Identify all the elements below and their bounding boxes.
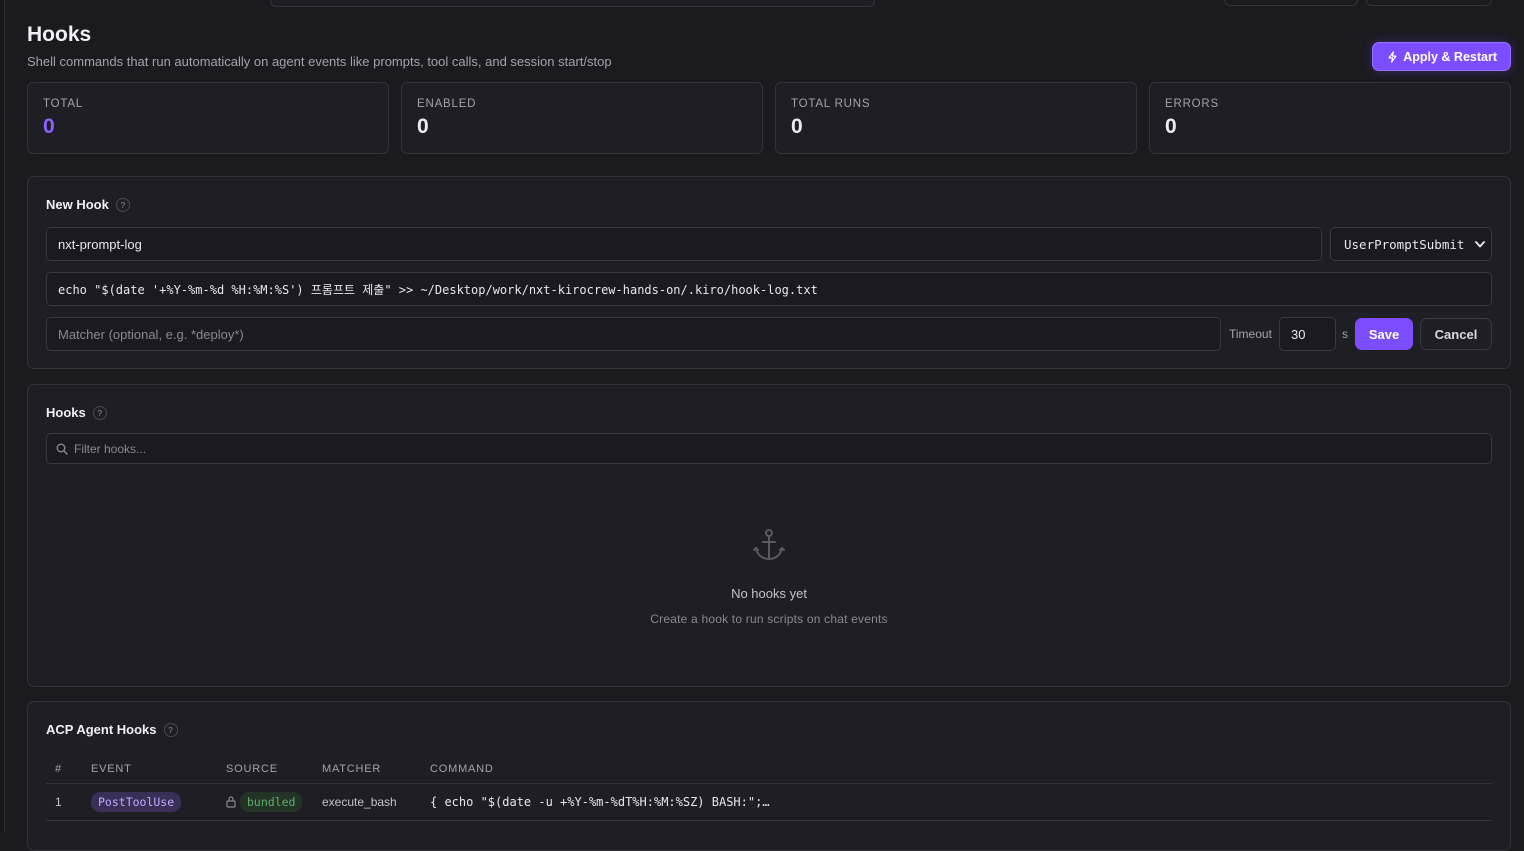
hook-name-value: nxt-prompt-log — [58, 236, 142, 252]
event-select-value: UserPromptSubmit — [1344, 236, 1465, 252]
empty-state: No hooks yet Create a hook to run script… — [28, 527, 1510, 626]
matcher-placeholder: Matcher (optional, e.g. *deploy*) — [58, 326, 244, 342]
help-icon[interactable]: ? — [163, 722, 178, 737]
column-header: MATCHER — [322, 762, 382, 775]
column-header: SOURCE — [226, 762, 278, 775]
column-header: COMMAND — [430, 762, 494, 775]
stat-card-errors: ERRORS 0 — [1149, 82, 1511, 154]
cancel-button[interactable]: Cancel — [1420, 318, 1492, 350]
source-cell: bundled — [226, 792, 322, 812]
stat-label: ERRORS — [1165, 98, 1220, 110]
filter-hooks-input[interactable]: Filter hooks... — [46, 433, 1492, 464]
left-rail — [0, 0, 5, 833]
matcher-input[interactable]: Matcher (optional, e.g. *deploy*) — [46, 317, 1221, 351]
source-wrap: bundled — [226, 792, 322, 812]
timeout-label: Timeout — [1229, 327, 1272, 341]
timeout-value: 30 — [1291, 326, 1306, 342]
row-number: 1 — [55, 795, 62, 809]
help-icon[interactable]: ? — [92, 405, 107, 420]
stats-row: TOTAL 0 ENABLED 0 TOTAL RUNS 0 ERRORS 0 — [27, 82, 1511, 154]
stat-card-enabled: ENABLED 0 — [401, 82, 763, 154]
top-control-b[interactable] — [1366, 0, 1492, 6]
acp-title: ACP Agent Hooks ? — [46, 722, 178, 737]
stat-value: 0 — [417, 115, 429, 138]
acp-agent-hooks-panel: ACP Agent Hooks ? # EVENT SOURCE MATCHER… — [27, 701, 1511, 851]
search-icon — [56, 443, 68, 455]
hooks-list-title: Hooks ? — [46, 405, 107, 420]
matcher-cell: execute_bash — [322, 795, 397, 809]
command-text: { echo "$(date -u +%Y-%m-%dT%H:%M:%SZ) B… — [430, 795, 770, 809]
table-row[interactable]: 1 PostToolUse bundled execute_bash { ech… — [46, 784, 1492, 821]
hook-name-input[interactable]: nxt-prompt-log — [46, 227, 1322, 261]
stat-label: TOTAL RUNS — [791, 98, 871, 110]
stat-card-total-runs: TOTAL RUNS 0 — [775, 82, 1137, 154]
page-subtitle: Shell commands that run automatically on… — [27, 54, 612, 69]
top-control-a[interactable] — [1224, 0, 1358, 6]
command-input[interactable]: echo "$(date '+%Y-%m-%d %H:%M:%S') 프롬프트 … — [46, 272, 1492, 306]
hooks-list-title-text: Hooks — [46, 405, 86, 420]
source-badge: bundled — [240, 792, 303, 812]
stat-value: 0 — [43, 115, 55, 138]
apply-restart-button[interactable]: Apply & Restart — [1372, 42, 1511, 71]
stat-label: ENABLED — [417, 98, 477, 110]
event-badge: PostToolUse — [91, 792, 182, 812]
page-title: Hooks — [27, 23, 92, 46]
event-select[interactable]: UserPromptSubmit — [1330, 227, 1492, 261]
empty-title: No hooks yet — [731, 586, 807, 601]
table-header: # EVENT SOURCE MATCHER COMMAND — [46, 754, 1492, 784]
lock-icon — [226, 796, 236, 808]
chevron-down-icon — [1475, 240, 1485, 247]
timeout-input[interactable]: 30 — [1279, 317, 1336, 351]
column-header: EVENT — [91, 762, 132, 775]
column-header: # — [55, 762, 62, 775]
command-cell: { echo "$(date -u +%Y-%m-%dT%H:%M:%SZ) B… — [430, 795, 1492, 809]
new-hook-title: New Hook ? — [46, 197, 130, 212]
timeout-unit: s — [1342, 327, 1348, 341]
acp-hooks-table: # EVENT SOURCE MATCHER COMMAND 1 PostToo… — [46, 754, 1492, 821]
new-hook-title-text: New Hook — [46, 197, 109, 212]
stat-card-total: TOTAL 0 — [27, 82, 389, 154]
save-button[interactable]: Save — [1355, 318, 1413, 350]
stat-value: 0 — [1165, 115, 1177, 138]
acp-title-text: ACP Agent Hooks — [46, 722, 157, 737]
top-search-bar[interactable] — [270, 0, 875, 7]
new-hook-panel: New Hook ? nxt-prompt-log UserPromptSubm… — [27, 176, 1511, 369]
help-icon[interactable]: ? — [115, 197, 130, 212]
filter-placeholder: Filter hooks... — [74, 441, 147, 456]
empty-subtitle: Create a hook to run scripts on chat eve… — [650, 612, 888, 626]
lightning-icon — [1388, 50, 1397, 63]
stat-value: 0 — [791, 115, 803, 138]
command-value: echo "$(date '+%Y-%m-%d %H:%M:%S') 프롬프트 … — [58, 282, 818, 297]
apply-restart-label: Apply & Restart — [1403, 49, 1497, 64]
anchor-icon — [753, 529, 785, 560]
stat-label: TOTAL — [43, 98, 83, 110]
event-cell: PostToolUse — [91, 792, 226, 812]
hooks-list-panel: Hooks ? Filter hooks... No hooks yet Cre… — [27, 384, 1511, 687]
